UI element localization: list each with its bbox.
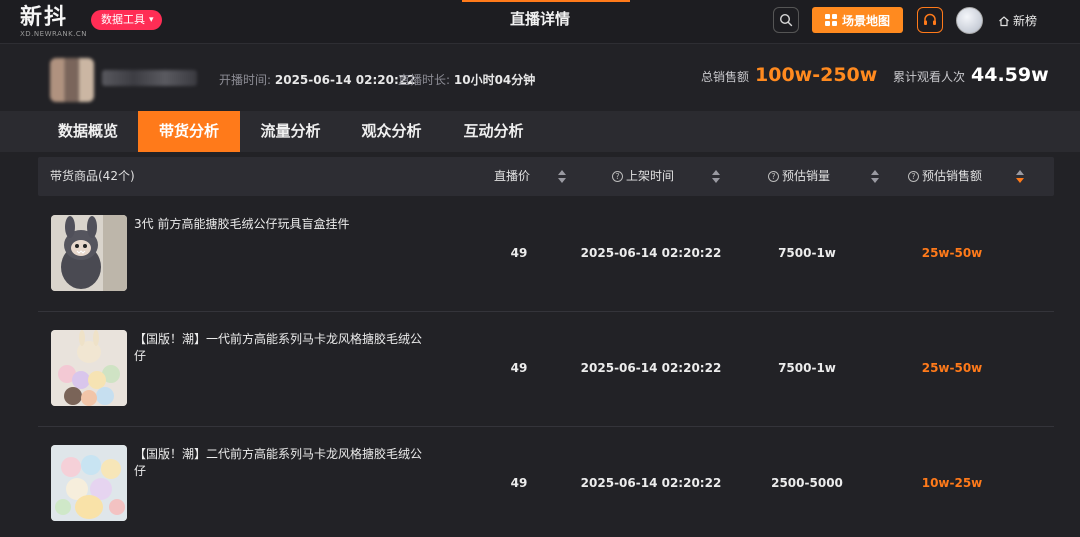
product-volume: 7500-1w — [778, 361, 836, 375]
live-info-row: 开播时间: 2025-06-14 02:20:22 直播时长: 10小时04分钟… — [0, 44, 1080, 111]
product-image[interactable] — [51, 330, 127, 406]
home-link-label: 新榜 — [1013, 14, 1038, 28]
home-icon — [999, 15, 1009, 26]
duration-value: 10小时04分钟 — [453, 73, 536, 87]
support-button[interactable] — [917, 7, 943, 33]
sort-listed-icon[interactable] — [712, 170, 720, 184]
col-revenue[interactable]: ? 预估销售额 — [908, 157, 982, 196]
active-indicator — [462, 0, 630, 2]
col-price[interactable]: 直播价 — [494, 157, 530, 196]
headset-icon — [924, 13, 936, 25]
help-icon[interactable]: ? — [908, 171, 919, 182]
user-avatar[interactable] — [956, 7, 983, 34]
table-row[interactable]: 【国版！潮】一代前方高能系列马卡龙风格搪胶毛绒公仔 49 2025-06-14 … — [38, 313, 1054, 427]
total-sales-value: 100w-250w — [755, 64, 878, 86]
start-time: 开播时间: 2025-06-14 02:20:22 — [219, 71, 416, 88]
product-name[interactable]: 【国版！潮】一代前方高能系列马卡龙风格搪胶毛绒公仔 — [134, 331, 424, 365]
duration-label: 直播时长: — [398, 73, 451, 87]
sort-volume-icon[interactable] — [871, 170, 879, 184]
scene-map-label: 场景地图 — [841, 13, 890, 28]
col-revenue-label: 预估销售额 — [922, 169, 983, 183]
col-product: 带货商品(42个) — [50, 157, 135, 196]
product-listed-time: 2025-06-14 02:20:22 — [580, 361, 722, 375]
plush-toy-image — [51, 215, 127, 291]
help-icon[interactable]: ? — [612, 171, 623, 182]
col-listed-label: 上架时间 — [626, 169, 675, 183]
col-volume-label: 预估销量 — [782, 169, 831, 183]
scene-map-button[interactable]: 场景地图 — [812, 7, 903, 33]
sort-revenue-icon[interactable] — [1016, 170, 1024, 184]
total-sales-label: 总销售额 — [701, 70, 750, 84]
table-row[interactable]: 3代 前方高能搪胶毛绒公仔玩具盲盒挂件 49 2025-06-14 02:20:… — [38, 198, 1054, 312]
search-icon — [779, 13, 793, 27]
start-time-value: 2025-06-14 02:20:22 — [274, 73, 416, 87]
home-link[interactable]: 新榜 — [998, 12, 1037, 29]
plush-toy-image — [51, 330, 127, 406]
product-price: 49 — [510, 246, 528, 260]
product-image[interactable] — [51, 445, 127, 521]
product-revenue: 10w-25w — [921, 476, 983, 490]
start-time-label: 开播时间: — [219, 73, 272, 87]
streamer-avatar[interactable] — [50, 58, 94, 102]
help-icon[interactable]: ? — [768, 171, 779, 182]
product-volume: 2500-5000 — [771, 476, 843, 490]
product-name[interactable]: 【国版！潮】二代前方高能系列马卡龙风格搪胶毛绒公仔 — [134, 446, 424, 480]
col-volume[interactable]: ? 预估销量 — [768, 157, 830, 196]
product-revenue: 25w-50w — [921, 246, 983, 260]
tab-traffic-analysis[interactable]: 流量分析 — [240, 111, 341, 152]
total-viewers-value: 44.59w — [971, 64, 1049, 86]
duration: 直播时长: 10小时04分钟 — [398, 71, 535, 88]
logo-subtext: XD.NEWRANK.CN — [20, 30, 88, 38]
product-price: 49 — [510, 361, 528, 375]
col-price-label: 直播价 — [494, 169, 531, 183]
product-name[interactable]: 3代 前方高能搪胶毛绒公仔玩具盲盒挂件 — [134, 216, 424, 233]
tab-goods-analysis[interactable]: 带货分析 — [138, 111, 240, 152]
streamer-name-blurred — [102, 70, 197, 86]
search-button[interactable] — [773, 7, 799, 33]
col-listed[interactable]: ? 上架时间 — [612, 157, 674, 196]
col-product-label: 带货商品(42个) — [50, 169, 135, 183]
total-viewers: 累计观看人次 44.59w — [893, 64, 1049, 86]
grid-icon — [824, 14, 837, 26]
product-volume: 7500-1w — [778, 246, 836, 260]
tab-audience-analysis[interactable]: 观众分析 — [341, 111, 442, 152]
total-sales: 总销售额 100w-250w — [701, 64, 877, 86]
tab-interaction-analysis[interactable]: 互动分析 — [442, 111, 545, 152]
product-listed-time: 2025-06-14 02:20:22 — [580, 476, 722, 490]
product-revenue: 25w-50w — [921, 361, 983, 375]
table-row[interactable]: 【国版！潮】二代前方高能系列马卡龙风格搪胶毛绒公仔 49 2025-06-14 … — [38, 428, 1054, 537]
plush-toy-image — [51, 445, 127, 521]
total-viewers-label: 累计观看人次 — [893, 70, 966, 84]
tab-overview[interactable]: 数据概览 — [38, 111, 138, 152]
product-listed-time: 2025-06-14 02:20:22 — [580, 246, 722, 260]
table-header: 带货商品(42个) 直播价 ? 上架时间 ? 预估销量 ? 预估销售额 — [38, 157, 1054, 196]
sort-price-icon[interactable] — [558, 170, 566, 184]
product-price: 49 — [510, 476, 528, 490]
product-image[interactable] — [51, 215, 127, 291]
top-navbar: 新抖 XD.NEWRANK.CN 数据工具 ▾ 直播详情 场景地图 新榜 — [0, 0, 1080, 44]
analysis-tabs: 数据概览 带货分析 流量分析 观众分析 互动分析 — [0, 111, 1080, 152]
